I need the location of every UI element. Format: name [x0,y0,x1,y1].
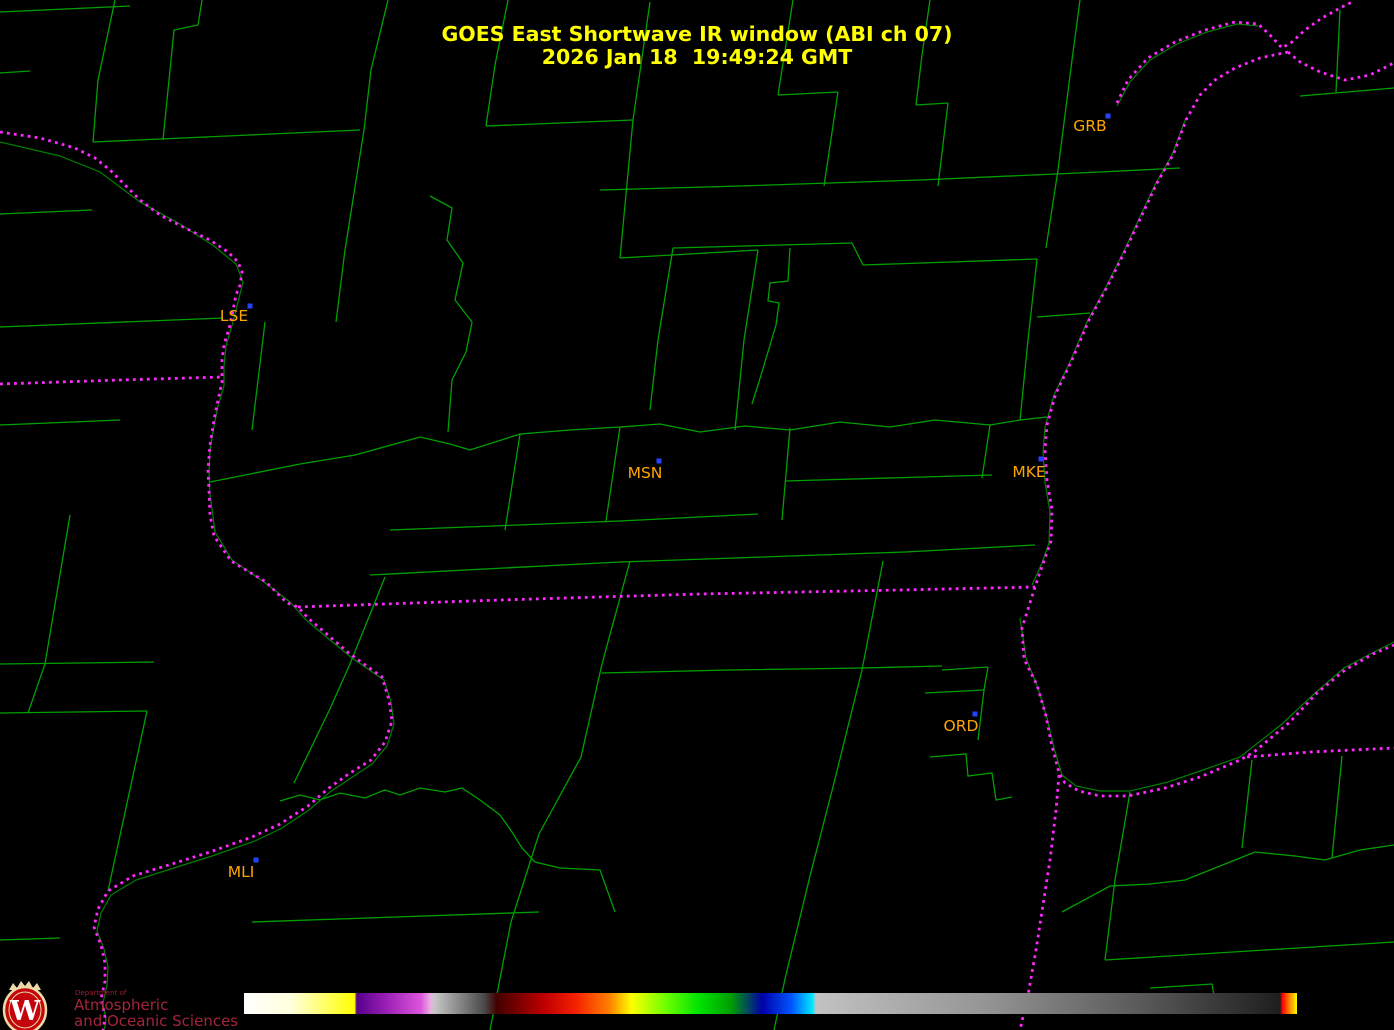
satellite-viewer: GRB LSE MSN MKE ORD MLI GOES East Shortwave I… [0,0,1394,1030]
colorbar-gradient [244,993,1297,1014]
station-label-MLI: MLI [228,863,255,881]
station-dot-MLI [254,858,259,863]
station-dot-ORD [973,712,978,717]
uw-crest-icon: W [4,981,46,1030]
map-title-line1: GOES East Shortwave IR window (ABI ch 07… [441,22,952,46]
satellite-map: GRB LSE MSN MKE ORD MLI GOES East Shortwave I… [0,0,1394,1030]
map-background [0,0,1394,1030]
station-label-LSE: LSE [220,307,248,325]
station-label-MSN: MSN [628,464,663,482]
station-dot-LSE [248,304,253,309]
uw-crest-monogram: W [9,996,41,1027]
logo-line-oceanic: and Oceanic Sciences [74,1012,238,1030]
map-title-line2: 2026 Jan 18 19:49:24 GMT [542,45,853,69]
colorbar [244,993,1297,1014]
station-label-GRB: GRB [1073,117,1106,135]
station-dot-MKE [1039,457,1044,462]
station-label-ORD: ORD [944,717,979,735]
station-label-MKE: MKE [1012,463,1045,481]
station-dot-MSN [657,459,662,464]
